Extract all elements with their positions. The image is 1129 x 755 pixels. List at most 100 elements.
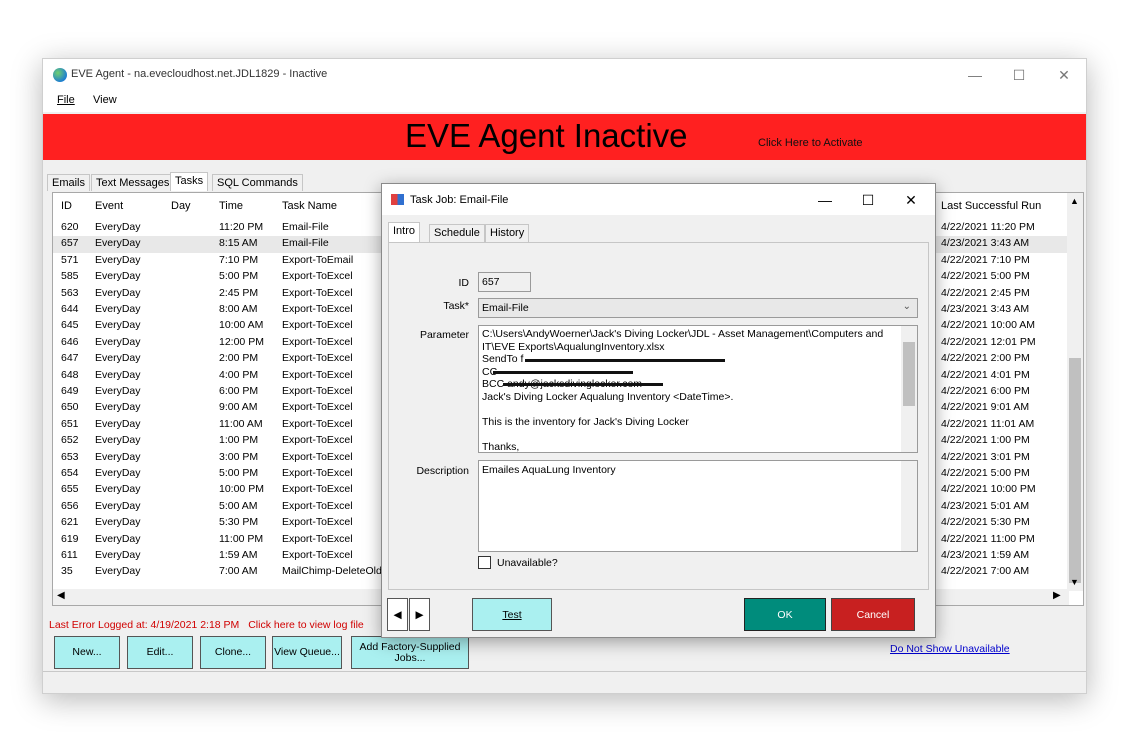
cell-time: 2:45 PM — [219, 286, 259, 299]
cell-event: EveryDay — [95, 434, 141, 447]
menu-file[interactable]: File — [57, 94, 75, 106]
error-text: Last Error Logged at: 4/19/2021 2:18 PM — [49, 619, 240, 631]
cell-time: 6:00 PM — [219, 385, 259, 397]
cell-event: EveryDay — [95, 270, 141, 283]
dialog-maximize-icon[interactable]: ☐ — [848, 188, 888, 212]
cancel-button[interactable]: Cancel — [831, 598, 915, 631]
cell-name: Export-ToExcel — [282, 467, 353, 479]
cell-event: EveryDay — [95, 483, 141, 496]
maximize-icon[interactable]: ☐ — [996, 63, 1042, 87]
cell-last: 4/23/2021 5:01 AM — [941, 499, 1030, 512]
ok-button[interactable]: OK — [744, 598, 826, 631]
param-line — [482, 403, 914, 416]
scroll-left-icon[interactable]: ◀ — [57, 590, 65, 601]
cell-id: 648 — [61, 368, 79, 381]
dialog-tab-history[interactable]: History — [485, 224, 530, 242]
tab-emails[interactable]: Emails — [47, 174, 91, 191]
cell-id: 647 — [61, 352, 79, 365]
parameter-scrollbar[interactable] — [901, 326, 917, 452]
col-event[interactable]: Event — [95, 200, 123, 212]
scroll-down-icon[interactable]: ▼ — [1070, 577, 1079, 587]
cell-name: Export-ToExcel — [282, 368, 353, 381]
activate-link[interactable]: Click Here to Activate — [758, 137, 863, 149]
task-select[interactable]: Email-File ⌄ — [478, 298, 918, 318]
dialog-close-icon[interactable]: ✕ — [891, 188, 931, 212]
test-button[interactable]: Test — [472, 598, 552, 631]
edit-button[interactable]: Edit... — [127, 636, 193, 669]
scroll-thumb[interactable] — [1069, 358, 1081, 583]
dialog-tab-intro[interactable]: Intro — [388, 222, 421, 243]
tab-sql-commands[interactable]: SQL Commands — [212, 174, 303, 191]
cell-name: Export-ToExcel — [282, 434, 353, 447]
cell-name: Email-File — [282, 237, 329, 250]
col-last-run[interactable]: Last Successful Run — [941, 200, 1041, 212]
cell-name: Export-ToExcel — [282, 319, 353, 332]
id-label: ID — [458, 277, 470, 289]
vertical-scrollbar[interactable]: ▲ ▼ — [1067, 193, 1083, 591]
cell-last: 4/22/2021 11:01 AM — [941, 417, 1035, 430]
cell-last: 4/22/2021 5:00 PM — [941, 270, 1030, 283]
tab-text-messages[interactable]: Text Messages — [91, 174, 175, 191]
col-task-name[interactable]: Task Name — [282, 200, 337, 212]
scroll-right-icon[interactable]: ▶ — [1053, 590, 1061, 601]
banner-title: EVE Agent Inactive — [405, 117, 688, 154]
cell-id: 644 — [61, 303, 79, 315]
cell-name: Export-ToExcel — [282, 352, 353, 365]
parameter-label: Parameter — [419, 329, 469, 341]
next-button[interactable]: ▶ — [409, 598, 430, 631]
cell-last: 4/22/2021 3:01 PM — [941, 450, 1030, 463]
cell-time: 11:00 AM — [219, 417, 263, 430]
tab-tasks[interactable]: Tasks — [170, 172, 209, 191]
menu-view[interactable]: View — [93, 94, 117, 106]
cell-id: 35 — [61, 565, 73, 578]
cell-id: 653 — [61, 450, 79, 463]
cell-event: EveryDay — [95, 532, 141, 545]
view-queue-button[interactable]: View Queue... — [272, 636, 342, 669]
description-textarea[interactable]: Emailes AquaLung Inventory — [478, 460, 918, 552]
unavailable-checkbox[interactable] — [478, 556, 491, 569]
cell-time: 9:00 AM — [219, 401, 258, 414]
do-not-show-unavailable-link[interactable]: Do Not Show Unavailable — [890, 643, 1010, 655]
dialog-tab-schedule[interactable]: Schedule — [429, 224, 485, 242]
cell-name: Export-ToExcel — [282, 303, 353, 315]
cell-name: MailChimp-DeleteOldC — [282, 565, 382, 578]
cell-name: Export-ToExcel — [282, 499, 353, 512]
cell-last: 4/22/2021 9:01 AM — [941, 401, 1030, 414]
col-id[interactable]: ID — [61, 200, 72, 212]
param-line: This is the inventory for Jack's Diving … — [482, 415, 689, 428]
new-button[interactable]: New... — [54, 636, 120, 669]
minimize-icon[interactable]: — — [952, 63, 998, 87]
status-bar — [43, 671, 1086, 693]
description-scrollbar[interactable] — [901, 461, 917, 551]
parameter-textarea[interactable]: C:\Users\AndyWoerner\Jack's Diving Locke… — [478, 325, 918, 453]
cell-time: 4:00 PM — [219, 368, 259, 381]
parameter-scroll-thumb[interactable] — [903, 342, 915, 406]
view-log-link[interactable]: Click here to view log file — [248, 619, 364, 631]
dialog-minimize-icon[interactable]: — — [805, 188, 845, 212]
window-title: EVE Agent - na.evecloudhost.net.JDL1829 … — [71, 68, 328, 80]
cell-id: 652 — [61, 434, 79, 447]
col-time[interactable]: Time — [219, 200, 243, 212]
cell-time: 8:00 AM — [219, 303, 258, 315]
prev-button[interactable]: ◀ — [387, 598, 408, 631]
col-day[interactable]: Day — [171, 200, 191, 212]
clone-button[interactable]: Clone... — [200, 636, 266, 669]
cell-id: 650 — [61, 401, 79, 414]
cell-id: 649 — [61, 385, 79, 397]
cell-time: 11:20 PM — [219, 221, 264, 233]
cell-event: EveryDay — [95, 368, 141, 381]
cell-event: EveryDay — [95, 549, 141, 561]
cell-last: 4/22/2021 5:00 PM — [941, 467, 1030, 479]
redaction-mark — [525, 359, 725, 362]
add-factory-jobs-button[interactable]: Add Factory-Supplied Jobs... — [351, 636, 469, 669]
status-banner[interactable]: EVE Agent Inactive Click Here to Activat… — [43, 114, 1086, 160]
error-message: Last Error Logged at: 4/19/2021 2:18 PM … — [49, 619, 364, 631]
cell-last: 4/22/2021 10:00 PM — [941, 483, 1036, 496]
cell-event: EveryDay — [95, 335, 141, 348]
eve-app-icon — [53, 68, 67, 82]
cell-last: 4/22/2021 2:45 PM — [941, 286, 1030, 299]
close-icon[interactable]: ✕ — [1041, 63, 1087, 87]
cell-event: EveryDay — [95, 499, 141, 512]
scroll-up-icon[interactable]: ▲ — [1070, 196, 1079, 206]
param-line: Jack's Diving Locker Aqualung Inventory … — [482, 390, 734, 403]
